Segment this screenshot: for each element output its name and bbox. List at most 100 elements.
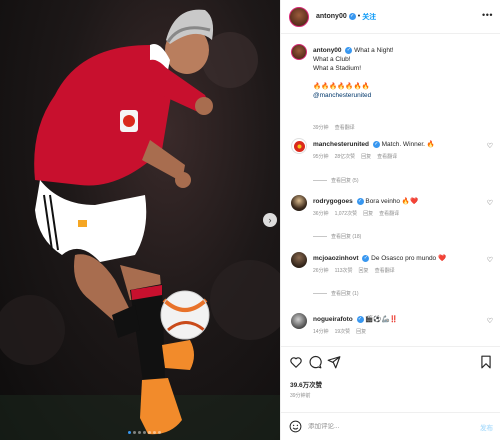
view-replies-button[interactable]: 查看回复 (1) (313, 290, 359, 297)
bookmark-icon[interactable] (479, 355, 493, 369)
comment-likes[interactable]: 19次赞 (335, 328, 351, 335)
view-replies-button[interactable]: 查看回复 (18) (313, 233, 361, 240)
comment-like-button[interactable]: ♡ (487, 256, 493, 264)
next-media-button[interactable]: › (263, 213, 277, 227)
caption-line: What a Stadium! (313, 65, 362, 72)
caption-username[interactable]: antony00 (313, 47, 342, 54)
likes-count[interactable]: 39.6万次赞 (290, 379, 322, 389)
comment-time: 14分钟 (313, 329, 329, 335)
carousel-dots (128, 431, 161, 434)
follow-button[interactable]: 关注 (362, 12, 376, 22)
carousel-dot (148, 431, 151, 434)
comment-likes[interactable]: 1,072次赞 (335, 210, 358, 217)
view-replies-button[interactable]: 查看回复 (5) (313, 177, 359, 184)
carousel-dot (143, 431, 146, 434)
comment-text: nogueirafoto ✓ 🎬⚽🦾‼️ (313, 315, 475, 324)
translate-link[interactable]: 查看翻译 (377, 153, 397, 160)
comment-text: rodrygogoes ✓ Bora veinho 🔥❤️ (313, 197, 475, 206)
comment-like-button[interactable]: ♡ (487, 199, 493, 207)
smiley-icon[interactable] (289, 420, 302, 433)
verified-badge-icon: ✓ (356, 315, 364, 323)
comment-likes[interactable]: 28亿次赞 (335, 153, 356, 160)
reply-link[interactable]: 回复 (359, 267, 369, 274)
carousel-dot (128, 431, 131, 434)
caption-emojis: 🔥🔥🔥🔥🔥🔥🔥 (313, 83, 370, 90)
post-comment-button[interactable]: 发布 (480, 422, 493, 432)
replies-divider (313, 293, 327, 294)
view-replies-label: 查看回复 (1) (331, 291, 359, 297)
comment-composer: 发布 (281, 412, 500, 440)
comment-like-button[interactable]: ♡ (487, 317, 493, 325)
post-header: antony00 ✓ • 关注 ••• (281, 0, 500, 34)
more-options-button[interactable]: ••• (482, 10, 493, 20)
header-separator: • (357, 13, 361, 20)
verified-badge-icon: ✓ (348, 13, 356, 20)
caption-mention[interactable]: @manchesterunited (313, 92, 371, 99)
chevron-right-icon: › (268, 214, 272, 225)
comment-time: 36分钟 (313, 211, 329, 217)
heart-outline-icon: ♡ (486, 143, 493, 150)
comment-time: 26分钟 (313, 268, 329, 274)
caption-time: 39分钟 (313, 125, 329, 131)
carousel-dot (153, 431, 156, 434)
post-media[interactable]: › (0, 0, 280, 440)
commenter-avatar[interactable] (291, 195, 307, 211)
translate-link[interactable]: 查看翻译 (379, 210, 399, 217)
carousel-dot (158, 431, 161, 434)
post-sidebar: antony00 ✓ • 关注 ••• antony00 ✓ What a Ni… (280, 0, 500, 440)
commenter-avatar[interactable] (291, 252, 307, 268)
heart-outline-icon: ♡ (486, 200, 493, 207)
comment-body: 🎬⚽🦾‼️ (365, 316, 398, 323)
comment-body: De Osasco pro mundo ❤️ (371, 255, 447, 262)
author-avatar[interactable] (289, 6, 309, 27)
caption-line: What a Club! (313, 56, 351, 63)
comment-time: 95分钟 (313, 154, 329, 160)
comment-meta: 95分钟 28亿次赞 回复 查看翻译 (313, 153, 397, 160)
author-avatar[interactable] (291, 44, 307, 60)
commenter-username[interactable]: manchesterunited (313, 141, 369, 148)
comment-meta: 26分钟 113次赞 回复 查看翻译 (313, 267, 395, 274)
commenter-username[interactable]: nogueirafoto (313, 316, 353, 323)
heart-outline-icon: ♡ (486, 257, 493, 264)
commenter-username[interactable]: mcjoaozinhovt (313, 255, 359, 262)
comment-meta: 36分钟 1,072次赞 回复 查看翻译 (313, 210, 399, 217)
caption-line: What a Night! (354, 47, 394, 54)
comments-section: antony00 ✓ What a Night! What a Club! Wh… (281, 34, 500, 346)
carousel-dot (138, 431, 141, 434)
replies-divider (313, 236, 327, 237)
carousel-dot (133, 431, 136, 434)
commenter-avatar[interactable] (291, 313, 307, 329)
commenter-avatar[interactable] (291, 138, 307, 154)
comment-meta: 14分钟 19次赞 回复 (313, 328, 366, 335)
comment-like-button[interactable]: ♡ (487, 142, 493, 150)
reply-link[interactable]: 回复 (363, 210, 373, 217)
author-username[interactable]: antony00 (316, 13, 347, 20)
comment-body: Match. Winner. 🔥 (381, 141, 435, 148)
view-replies-label: 查看回复 (18) (331, 234, 362, 240)
paper-plane-icon[interactable] (327, 355, 341, 369)
verified-badge-icon: ✓ (345, 46, 353, 54)
replies-divider (313, 180, 327, 181)
verified-badge-icon: ✓ (356, 197, 364, 205)
heart-outline-icon: ♡ (486, 318, 493, 325)
post-timestamp: 39分钟前 (290, 393, 311, 399)
caption-meta: 39分钟 查看翻译 (313, 124, 355, 131)
post-actions: 39.6万次赞 39分钟前 (281, 346, 500, 420)
caption-text: antony00 ✓ What a Night! What a Club! Wh… (313, 46, 475, 100)
translate-link[interactable]: 查看翻译 (335, 124, 355, 131)
verified-badge-icon: ✓ (372, 140, 380, 148)
comment-input[interactable] (308, 423, 458, 430)
comment-likes[interactable]: 113次赞 (335, 267, 353, 274)
commenter-username[interactable]: rodrygogoes (313, 198, 353, 205)
comment-body: Bora veinho 🔥❤️ (365, 198, 419, 205)
view-replies-label: 查看回复 (5) (331, 178, 359, 184)
comment-text: mcjoaozinhovt ✓ De Osasco pro mundo ❤️ (313, 254, 475, 263)
reply-link[interactable]: 回复 (356, 328, 366, 335)
comment-icon[interactable] (308, 355, 322, 369)
player-photo (0, 9, 280, 440)
heart-icon[interactable] (289, 355, 303, 369)
translate-link[interactable]: 查看翻译 (375, 267, 395, 274)
more-horizontal-icon: ••• (482, 10, 493, 20)
comment-text: manchesterunited ✓ Match. Winner. 🔥 (313, 140, 475, 149)
reply-link[interactable]: 回复 (361, 153, 371, 160)
